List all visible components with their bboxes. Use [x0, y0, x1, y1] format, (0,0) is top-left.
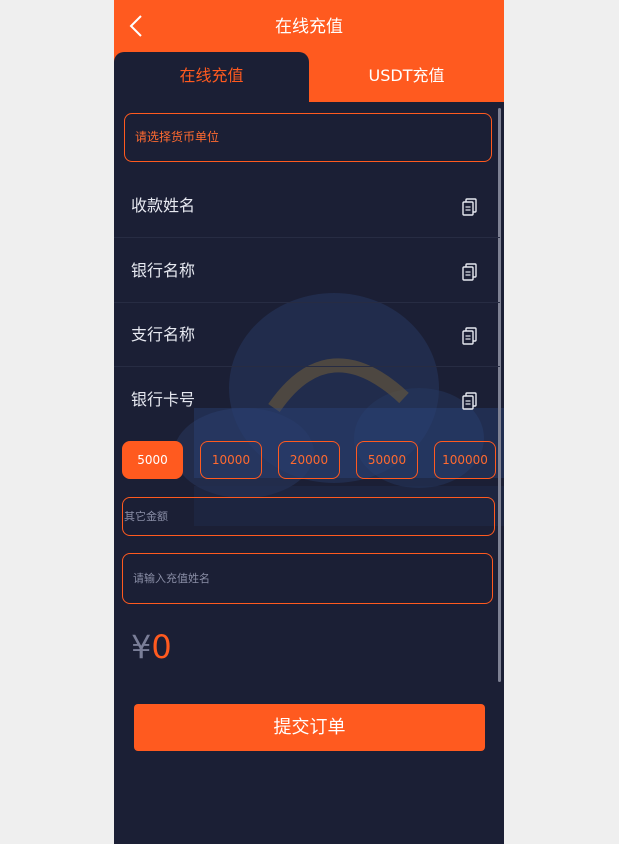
- tab-usdt-recharge[interactable]: USDT充值: [309, 52, 504, 102]
- amount-option-5000[interactable]: 5000: [122, 441, 183, 479]
- chevron-left-icon: [129, 15, 142, 37]
- back-button[interactable]: [124, 12, 148, 40]
- tab-online-recharge[interactable]: 在线充值: [114, 52, 309, 102]
- other-amount-input[interactable]: 其它金额: [122, 497, 495, 536]
- header-bar: 在线充值: [114, 0, 504, 52]
- copy-icon[interactable]: [462, 263, 478, 281]
- currency-symbol: ¥: [131, 628, 152, 666]
- payee-name-label: 收款姓名: [131, 196, 196, 215]
- branch-name-label: 支行名称: [131, 325, 196, 344]
- amount-option-10000[interactable]: 10000: [200, 441, 262, 479]
- amount-option-20000[interactable]: 20000: [278, 441, 340, 479]
- copy-icon[interactable]: [462, 198, 478, 216]
- amount-option-50000[interactable]: 50000: [356, 441, 418, 479]
- total-value: 0: [151, 628, 172, 666]
- card-number-label: 银行卡号: [131, 390, 196, 409]
- currency-select[interactable]: 请选择货币单位: [124, 113, 492, 162]
- bank-name-label: 银行名称: [131, 261, 196, 280]
- total-amount: ¥0: [131, 628, 172, 666]
- page-title: 在线充值: [275, 17, 343, 37]
- info-row-card-number: 银行卡号: [114, 368, 500, 432]
- amount-options: 5000 10000 20000 50000 100000: [122, 441, 498, 481]
- info-row-bank-name: 银行名称: [114, 239, 500, 303]
- copy-icon[interactable]: [462, 392, 478, 410]
- submit-order-button[interactable]: 提交订单: [134, 704, 485, 751]
- tab-bar: 在线充值 USDT充值: [114, 52, 504, 102]
- copy-icon[interactable]: [462, 327, 478, 345]
- amount-option-100000[interactable]: 100000: [434, 441, 496, 479]
- info-row-payee-name: 收款姓名: [114, 174, 500, 238]
- recharge-name-input[interactable]: 请输入充值姓名: [122, 553, 493, 604]
- recharge-screen: 在线充值 在线充值 USDT充值 请选择货币单位 收款姓名 银行名称 支行名称 …: [114, 0, 504, 844]
- info-row-branch-name: 支行名称: [114, 303, 500, 367]
